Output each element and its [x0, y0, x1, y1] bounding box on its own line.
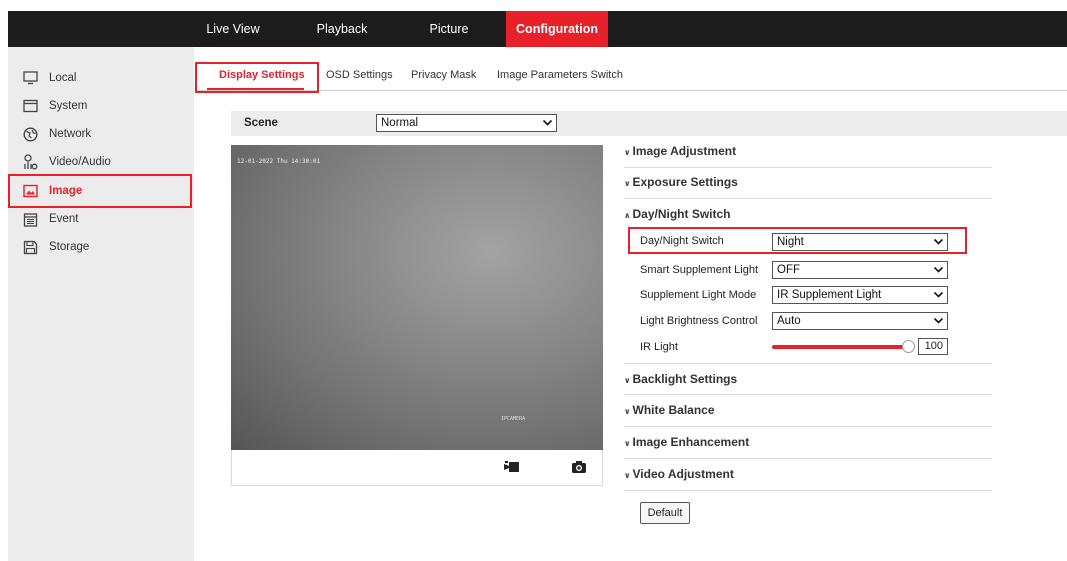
section-title: ∨ White Balance: [624, 395, 715, 427]
snapshot-camera-icon[interactable]: [571, 460, 587, 474]
chevron-down-icon: [933, 291, 944, 298]
light-brightness-control-value: Auto: [777, 315, 801, 327]
light-brightness-control-select[interactable]: Auto: [772, 312, 948, 330]
sidebar-item-label: Video/Audio: [49, 156, 111, 168]
ir-light-slider-handle[interactable]: [902, 340, 915, 353]
supplement-light-mode-select[interactable]: IR Supplement Light: [772, 286, 948, 304]
sidebar-item-video-audio[interactable]: Video/Audio: [22, 151, 194, 173]
video-osd-timestamp: 12-01-2022 Thu 14:30:01: [237, 158, 321, 165]
image-highlight-box: [8, 174, 192, 208]
chevron-down-icon: ∨: [624, 179, 631, 188]
smart-supplement-light-value: OFF: [777, 264, 800, 276]
section-label: White Balance: [632, 403, 715, 417]
ir-light-label: IR Light: [640, 341, 678, 353]
tab-privacy-mask[interactable]: Privacy Mask: [411, 60, 476, 90]
video-audio-icon: [22, 154, 38, 170]
chevron-down-icon: [933, 317, 944, 324]
nav-playback[interactable]: Playback: [310, 11, 374, 47]
chevron-down-icon: ∨: [624, 439, 631, 448]
section-exposure-settings[interactable]: ∨ Exposure Settings: [624, 167, 992, 199]
section-title: ∨ Exposure Settings: [624, 167, 738, 199]
video-camera-name: IPCAMERA: [501, 416, 526, 422]
globe-icon: [22, 126, 38, 142]
scene-select-value: Normal: [381, 117, 419, 129]
ir-light-value-input[interactable]: 100: [918, 338, 948, 355]
sidebar-item-local[interactable]: Local: [22, 67, 194, 89]
sidebar-item-label: Network: [49, 128, 92, 140]
sidebar-item-storage[interactable]: Storage: [22, 236, 194, 258]
calendar-icon: [22, 211, 38, 227]
floppy-disk-icon: [22, 239, 38, 255]
section-label: Image Adjustment: [632, 144, 737, 158]
chevron-down-icon: [933, 266, 944, 273]
sidebar-item-network[interactable]: Network: [22, 123, 194, 145]
section-label: Image Enhancement: [632, 435, 750, 449]
sidebar-item-event[interactable]: Event: [22, 208, 194, 230]
chevron-down-icon: ∨: [624, 148, 631, 157]
nav-live-view[interactable]: Live View: [200, 11, 266, 47]
section-label: Day/Night Switch: [632, 207, 731, 221]
supplement-light-mode-value: IR Supplement Light: [777, 289, 882, 301]
sub-tab-bar: Display Settings OSD Settings Privacy Ma…: [195, 60, 1067, 91]
nav-picture[interactable]: Picture: [420, 11, 478, 47]
section-title: ∨ Backlight Settings: [624, 364, 737, 396]
scene-select[interactable]: Normal: [376, 114, 557, 132]
chevron-down-icon: [542, 119, 553, 126]
display-settings-highlight-box: [195, 62, 319, 93]
system-window-icon: [22, 98, 38, 114]
tab-image-parameters-switch[interactable]: Image Parameters Switch: [497, 60, 623, 90]
sidebar-item-label: Storage: [49, 241, 90, 253]
chevron-down-icon: ∨: [624, 471, 631, 480]
section-label: Backlight Settings: [632, 372, 738, 386]
section-title: ∨ Image Adjustment: [624, 136, 736, 168]
light-brightness-control-label: Light Brightness Control: [640, 315, 758, 327]
chevron-up-icon: ∧: [624, 211, 631, 220]
chevron-down-icon: ∨: [624, 407, 631, 416]
smart-supplement-light-label: Smart Supplement Light: [640, 264, 759, 276]
section-title: ∨ Video Adjustment: [624, 459, 734, 491]
day-night-highlight-box: [628, 227, 967, 254]
sidebar-item-label: System: [49, 100, 88, 112]
monitor-icon: [22, 70, 38, 86]
live-video-preview[interactable]: 12-01-2022 Thu 14:30:01 IPCAMERA: [231, 145, 603, 450]
supplement-light-mode-label: Supplement Light Mode: [640, 289, 757, 301]
sidebar-item-label: Event: [49, 213, 79, 225]
section-image-adjustment[interactable]: ∨ Image Adjustment: [624, 136, 992, 168]
section-image-enhancement[interactable]: ∨ Image Enhancement: [624, 427, 992, 459]
ir-light-slider-track[interactable]: [772, 345, 905, 349]
scene-row: Scene Normal: [231, 111, 1067, 136]
section-white-balance[interactable]: ∨ White Balance: [624, 395, 992, 427]
smart-supplement-light-select[interactable]: OFF: [772, 261, 948, 279]
scene-label: Scene: [244, 117, 278, 129]
video-toolbar: [231, 450, 603, 486]
sidebar-item-label: Local: [49, 72, 77, 84]
top-nav-bar: Live View Playback Picture Configuration: [8, 11, 1067, 47]
section-title: ∨ Image Enhancement: [624, 427, 749, 459]
section-label: Video Adjustment: [632, 467, 734, 481]
nav-configuration[interactable]: Configuration: [506, 11, 608, 47]
chevron-down-icon: ∨: [624, 376, 631, 385]
sidebar-item-system[interactable]: System: [22, 95, 194, 117]
sidebar: Local System Network Video/Audio Image E…: [8, 47, 194, 561]
tab-osd-settings[interactable]: OSD Settings: [326, 60, 393, 90]
section-day-night-switch[interactable]: ∧ Day/Night Switch: [624, 199, 992, 229]
section-backlight-settings[interactable]: ∨ Backlight Settings: [624, 363, 992, 395]
section-video-adjustment[interactable]: ∨ Video Adjustment: [624, 459, 992, 491]
section-label: Exposure Settings: [632, 175, 738, 189]
record-camera-icon[interactable]: [504, 460, 520, 474]
default-button[interactable]: Default: [640, 502, 690, 524]
